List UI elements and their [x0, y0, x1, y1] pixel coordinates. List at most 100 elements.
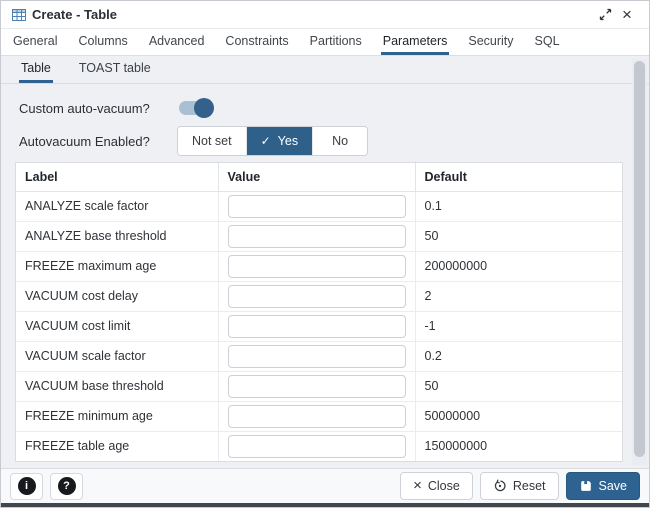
table-row: VACUUM base threshold 50: [16, 371, 622, 401]
param-label: FREEZE minimum age: [16, 401, 218, 431]
parameters-subtabs: Table TOAST table: [1, 56, 649, 84]
save-button-label: Save: [599, 479, 628, 493]
param-label: FREEZE table age: [16, 431, 218, 461]
param-value-input[interactable]: [228, 345, 406, 368]
table-grid-icon: [12, 9, 26, 21]
param-value-cell: [218, 221, 415, 251]
option-not-set[interactable]: Not set: [178, 127, 246, 155]
param-value-input[interactable]: [228, 375, 406, 398]
reset-icon: [493, 479, 507, 493]
help-icon: ?: [58, 477, 76, 495]
table-row: VACUUM scale factor 0.2: [16, 341, 622, 371]
autovacuum-enabled-label: Autovacuum Enabled?: [19, 134, 177, 149]
save-button[interactable]: Save: [566, 472, 641, 500]
parameters-table: Label Value Default ANALYZE scale factor…: [15, 162, 623, 462]
custom-auto-vacuum-row: Custom auto-vacuum?: [1, 94, 649, 122]
param-value-cell: [218, 191, 415, 221]
table-row: VACUUM cost limit -1: [16, 311, 622, 341]
param-value-input[interactable]: [228, 255, 406, 278]
tab-general[interactable]: General: [11, 29, 59, 55]
table-row: ANALYZE base threshold 50: [16, 221, 622, 251]
tab-constraints[interactable]: Constraints: [223, 29, 290, 55]
tab-columns[interactable]: Columns: [76, 29, 129, 55]
tab-security[interactable]: Security: [466, 29, 515, 55]
close-button-label: Close: [428, 479, 460, 493]
close-x-icon: ×: [413, 478, 422, 493]
dialog-tabbar: General Columns Advanced Constraints Par…: [1, 29, 649, 56]
autovacuum-enabled-row: Autovacuum Enabled? Not set ✓ Yes No: [1, 125, 649, 157]
param-value-input[interactable]: [228, 315, 406, 338]
param-value-cell: [218, 371, 415, 401]
option-yes-label: Yes: [278, 134, 298, 148]
page-title: Create - Table: [32, 7, 594, 22]
tab-parameters[interactable]: Parameters: [381, 29, 450, 55]
param-label: VACUUM cost limit: [16, 311, 218, 341]
param-default: 50: [415, 221, 622, 251]
option-no[interactable]: No: [312, 127, 367, 155]
col-header-label: Label: [16, 163, 218, 191]
check-icon: ✓: [261, 134, 271, 148]
param-label: VACUUM scale factor: [16, 341, 218, 371]
table-row: ANALYZE scale factor 0.1: [16, 191, 622, 221]
custom-auto-vacuum-toggle[interactable]: [179, 101, 211, 115]
dialog-footer: i ? × Close Reset: [1, 468, 649, 503]
param-value-cell: [218, 401, 415, 431]
toggle-knob: [194, 98, 214, 118]
param-default: 0.1: [415, 191, 622, 221]
param-default: 50: [415, 371, 622, 401]
close-button[interactable]: × Close: [400, 472, 473, 500]
param-label: ANALYZE scale factor: [16, 191, 218, 221]
save-icon: [579, 479, 593, 493]
sql-help-button[interactable]: i: [10, 473, 43, 500]
tab-sql[interactable]: SQL: [533, 29, 562, 55]
param-default: 150000000: [415, 431, 622, 461]
params-table-body: ANALYZE scale factor 0.1 ANALYZE base th…: [16, 191, 622, 461]
option-yes[interactable]: ✓ Yes: [246, 127, 312, 155]
param-default: 0.2: [415, 341, 622, 371]
param-value-input[interactable]: [228, 405, 406, 428]
vertical-scrollbar[interactable]: [632, 59, 647, 465]
table-row: FREEZE table age 150000000: [16, 431, 622, 461]
subtab-table[interactable]: Table: [19, 56, 53, 83]
param-label: VACUUM base threshold: [16, 371, 218, 401]
close-window-button[interactable]: ×: [616, 4, 638, 26]
info-icon: i: [18, 477, 36, 495]
reset-button[interactable]: Reset: [480, 472, 559, 500]
param-value-input[interactable]: [228, 285, 406, 308]
param-value-input[interactable]: [228, 225, 406, 248]
param-default: 200000000: [415, 251, 622, 281]
param-value-cell: [218, 251, 415, 281]
param-value-cell: [218, 431, 415, 461]
param-value-cell: [218, 311, 415, 341]
dialog-help-button[interactable]: ?: [50, 473, 83, 500]
table-row: FREEZE minimum age 50000000: [16, 401, 622, 431]
reset-button-label: Reset: [513, 479, 546, 493]
col-header-value: Value: [218, 163, 415, 191]
autovacuum-enabled-group: Not set ✓ Yes No: [177, 126, 368, 156]
param-value-cell: [218, 341, 415, 371]
maximize-button[interactable]: [594, 4, 616, 26]
titlebar: Create - Table ×: [1, 1, 649, 29]
col-header-default: Default: [415, 163, 622, 191]
param-label: VACUUM cost delay: [16, 281, 218, 311]
tab-advanced[interactable]: Advanced: [147, 29, 207, 55]
scrollbar-thumb[interactable]: [634, 61, 645, 457]
custom-auto-vacuum-label: Custom auto-vacuum?: [19, 101, 177, 116]
param-default: 2: [415, 281, 622, 311]
param-value-input[interactable]: [228, 195, 406, 218]
table-row: VACUUM cost delay 2: [16, 281, 622, 311]
param-value-cell: [218, 281, 415, 311]
param-label: ANALYZE base threshold: [16, 221, 218, 251]
param-label: FREEZE maximum age: [16, 251, 218, 281]
param-default: 50000000: [415, 401, 622, 431]
parameters-panel: Table TOAST table Custom auto-vacuum? Au…: [1, 56, 649, 468]
maximize-icon: [599, 8, 612, 21]
create-table-dialog: Create - Table × General Columns Advance…: [0, 0, 650, 508]
close-icon: ×: [622, 6, 632, 23]
window-bottom-edge: [1, 503, 649, 507]
tab-partitions[interactable]: Partitions: [308, 29, 364, 55]
param-value-input[interactable]: [228, 435, 406, 458]
table-row: FREEZE maximum age 200000000: [16, 251, 622, 281]
subtab-toast-table[interactable]: TOAST table: [77, 56, 153, 83]
table-header-row: Label Value Default: [16, 163, 622, 191]
